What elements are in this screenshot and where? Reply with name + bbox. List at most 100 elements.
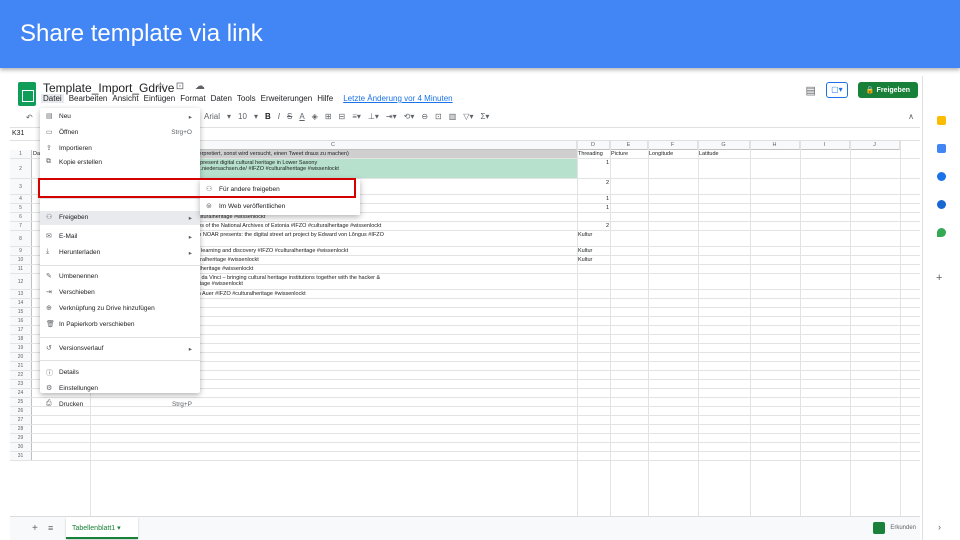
add-ons-icon[interactable]: + xyxy=(936,272,942,284)
sheet-tab[interactable]: Tabellenblatt1 ▾ xyxy=(66,517,138,539)
column-header[interactable]: F xyxy=(648,141,698,150)
menu-item-versionsverlauf[interactable]: ↺ Versionsverlauf ▸ xyxy=(40,342,200,356)
rotate-icon[interactable]: ⟲▾ xyxy=(404,112,415,121)
table-cell[interactable]: Kultur xyxy=(577,256,610,264)
text-color-icon[interactable]: A xyxy=(299,112,304,121)
table-cell[interactable]: Longitude xyxy=(648,150,698,158)
row-number[interactable]: 6 xyxy=(10,213,32,221)
font-select[interactable]: Arial xyxy=(204,112,220,121)
row-number[interactable]: 11 xyxy=(10,265,32,273)
row-number[interactable]: 8 xyxy=(10,231,32,246)
table-row[interactable]: 30 xyxy=(10,443,920,452)
sheets-logo-icon[interactable] xyxy=(18,82,36,106)
column-header[interactable]: D xyxy=(577,141,610,150)
explore-button[interactable]: Erkunden xyxy=(873,522,916,534)
table-cell[interactable] xyxy=(577,213,610,221)
row-number[interactable]: 16 xyxy=(10,317,32,325)
comment-icon[interactable]: ⊡ xyxy=(435,112,442,121)
menu-bearbeiten[interactable]: Bearbeiten xyxy=(69,94,108,103)
menu-item-verkn-pfung-zu-drive-hinzuf-gen[interactable]: ⊕ Verknüpfung zu Drive hinzufügen xyxy=(40,302,200,316)
row-number[interactable]: 9 xyxy=(10,247,32,255)
contacts-icon[interactable] xyxy=(937,200,946,209)
menu-format[interactable]: Format xyxy=(180,94,205,103)
row-number[interactable]: 12 xyxy=(10,274,32,289)
table-row[interactable]: 28 xyxy=(10,425,920,434)
menu-item--ffnen[interactable]: ▭ Öffnen Strg+O xyxy=(40,126,200,140)
name-box[interactable]: K31 xyxy=(12,130,24,137)
row-number[interactable]: 28 xyxy=(10,425,32,433)
bold-icon[interactable]: B xyxy=(265,112,271,121)
row-number[interactable]: 22 xyxy=(10,371,32,379)
menu-item-details[interactable]: ⓘ Details xyxy=(40,366,200,380)
menu-item-kopie-erstellen[interactable]: ⧉ Kopie erstellen xyxy=(40,156,200,170)
menu-einf-gen[interactable]: Einfügen xyxy=(144,94,176,103)
align-icon[interactable]: ≡▾ xyxy=(352,112,361,121)
row-number[interactable]: 27 xyxy=(10,416,32,424)
table-cell[interactable] xyxy=(577,274,610,289)
title-icons[interactable]: ☆ ⊡ ☁ xyxy=(156,81,209,92)
row-number[interactable]: 23 xyxy=(10,380,32,388)
undo-icon[interactable]: ↶ xyxy=(26,113,33,122)
table-row[interactable]: 29 xyxy=(10,434,920,443)
comments-icon[interactable]: ▤ xyxy=(805,84,815,97)
keep-icon[interactable] xyxy=(937,116,946,125)
table-row[interactable]: 27 xyxy=(10,416,920,425)
row-number[interactable]: 19 xyxy=(10,344,32,352)
menu-tools[interactable]: Tools xyxy=(237,94,256,103)
table-cell[interactable]: Kultur xyxy=(577,247,610,255)
table-cell[interactable]: Threading xyxy=(577,150,610,158)
menu-ansicht[interactable]: Ansicht xyxy=(112,94,138,103)
column-header[interactable]: G xyxy=(698,141,750,150)
row-number[interactable]: 13 xyxy=(10,290,32,298)
column-header[interactable]: H xyxy=(750,141,800,150)
font-size-select[interactable]: 10 xyxy=(238,112,247,121)
chart-icon[interactable]: ▥ xyxy=(449,112,457,121)
row-number[interactable]: 15 xyxy=(10,308,32,316)
menu-datei[interactable]: Datei xyxy=(41,94,64,103)
italic-icon[interactable]: I xyxy=(278,112,280,121)
row-number[interactable]: 30 xyxy=(10,443,32,451)
menu-item-in-papierkorb-verschieben[interactable]: 🗑 In Papierkorb verschieben xyxy=(40,318,200,332)
functions-icon[interactable]: Σ▾ xyxy=(480,112,489,121)
table-cell[interactable]: 2 xyxy=(577,179,610,194)
table-cell[interactable]: 1 xyxy=(577,195,610,203)
row-number[interactable]: 5 xyxy=(10,204,32,212)
size-dropdown-icon[interactable]: ▾ xyxy=(254,112,258,121)
column-header[interactable]: E xyxy=(610,141,648,150)
font-dropdown-icon[interactable]: ▾ xyxy=(227,112,231,121)
row-number[interactable]: 17 xyxy=(10,326,32,334)
last-edit-link[interactable]: Letzte Änderung vor 4 Minuten xyxy=(343,94,452,103)
wrap-icon[interactable]: ⇥▾ xyxy=(386,112,397,121)
menu-item-umbenennen[interactable]: ✎ Umbenennen xyxy=(40,270,200,284)
row-number[interactable]: 21 xyxy=(10,362,32,370)
table-cell[interactable]: Picture xyxy=(610,150,648,158)
collapse-icon[interactable]: ∧ xyxy=(908,112,914,121)
all-sheets-icon[interactable]: ≡ xyxy=(48,523,53,533)
table-cell[interactable]: 2 xyxy=(577,222,610,230)
table-cell[interactable] xyxy=(577,290,610,298)
share-button[interactable]: 🔒 Freigeben xyxy=(857,82,918,98)
row-number[interactable]: 2 xyxy=(10,159,32,178)
borders-icon[interactable]: ⊞ xyxy=(325,112,332,121)
row-number[interactable]: 10 xyxy=(10,256,32,264)
table-cell[interactable]: Kultur xyxy=(577,231,610,246)
row-number[interactable]: 3 xyxy=(10,179,32,194)
menu-item-neu[interactable]: ▤ Neu ▸ xyxy=(40,110,200,124)
menu-item-importieren[interactable]: ⇪ Importieren xyxy=(40,142,200,156)
row-number[interactable]: 24 xyxy=(10,389,32,397)
maps-icon[interactable] xyxy=(937,228,946,237)
fill-color-icon[interactable]: ◈ xyxy=(312,112,318,121)
table-cell[interactable]: 1 xyxy=(577,159,610,178)
calendar-icon[interactable] xyxy=(937,144,946,153)
document-title[interactable]: Template_Import_Gdrive xyxy=(43,81,174,95)
table-cell[interactable] xyxy=(577,265,610,273)
merge-icon[interactable]: ⊟ xyxy=(339,112,346,121)
table-cell[interactable]: Latitude xyxy=(698,150,750,158)
menu-erweiterungen[interactable]: Erweiterungen xyxy=(261,94,313,103)
publish-to-web-item[interactable]: ⊜ Im Web veröffentlichen xyxy=(200,200,360,214)
menu-hilfe[interactable]: Hilfe xyxy=(317,94,333,103)
link-icon[interactable]: ⊖ xyxy=(421,112,428,121)
column-header[interactable]: J xyxy=(850,141,900,150)
menu-item-e-mail[interactable]: ✉ E-Mail ▸ xyxy=(40,230,200,244)
filter-icon[interactable]: ▽▾ xyxy=(463,112,473,121)
